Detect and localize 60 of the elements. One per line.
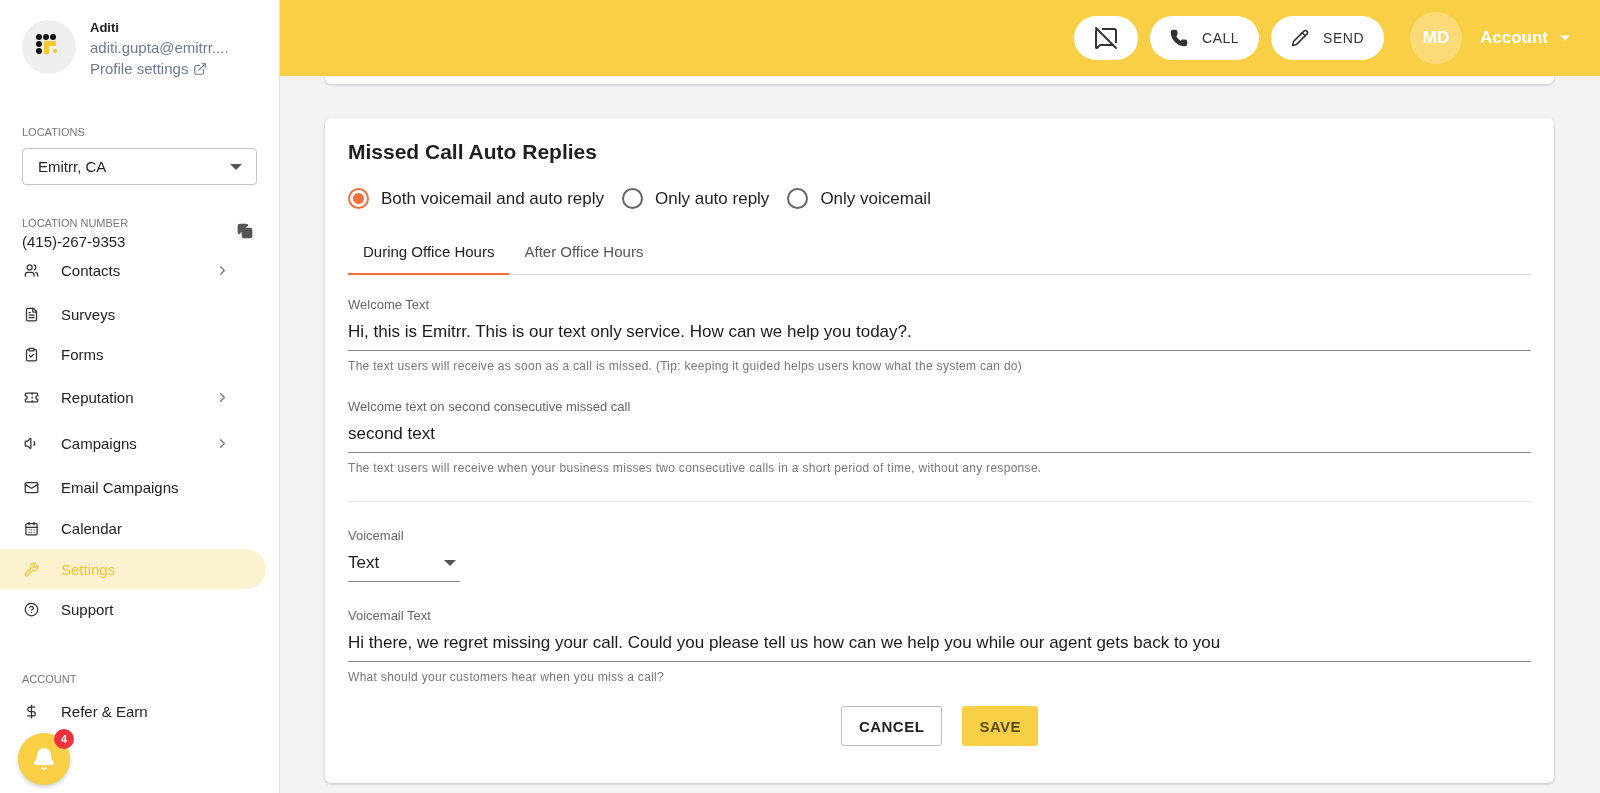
notification-badge: 4 [54, 729, 74, 749]
tab[interactable]: After Office Hours [509, 229, 659, 275]
radio-option[interactable]: Only auto reply [622, 188, 770, 209]
call-button[interactable]: CALL [1150, 16, 1260, 60]
save-button[interactable]: SAVE [962, 706, 1039, 746]
tab[interactable]: During Office Hours [348, 229, 510, 275]
nav-item[interactable]: Refer & Earn [0, 691, 266, 731]
nav-item[interactable]: Contacts [0, 250, 266, 290]
profile-email: aditi.gupta@emitrr.... [90, 39, 229, 56]
phone-icon [1170, 29, 1189, 47]
nav-item[interactable]: Calendar [0, 508, 266, 548]
helper-text: The text users will receive when your business misses two consecutive calls in a short period of time, without any response. [348, 461, 1043, 475]
avatar: MD [1410, 12, 1462, 64]
ticket-icon [24, 389, 39, 405]
wrench-icon [24, 561, 39, 577]
radio-option[interactable]: Both voicemail and auto reply [348, 188, 605, 209]
copy-icon[interactable] [237, 223, 253, 239]
nav-item[interactable]: Forms [0, 334, 266, 374]
chat-off-button[interactable] [1074, 16, 1139, 60]
cancel-button[interactable]: CANCEL [840, 706, 943, 746]
location-number: (415)-267-9353 [21, 233, 127, 250]
caret-icon [444, 560, 456, 566]
nav-item[interactable]: Support [0, 589, 266, 629]
profile-settings-link[interactable]: Profile settings [90, 60, 229, 77]
mail-icon [24, 479, 39, 495]
nav-item[interactable]: Campaigns [0, 423, 266, 463]
logo-icon [22, 20, 76, 74]
text-field[interactable]: second text [348, 414, 1531, 453]
location-select[interactable]: Emitrr, CA [22, 148, 257, 185]
caret-icon [1560, 35, 1570, 41]
chat-off-icon [1094, 26, 1119, 50]
section-label: LOCATION NUMBER [21, 217, 130, 229]
card-title: Missed Call Auto Replies [348, 140, 598, 164]
section-label: LOCATIONS [21, 126, 86, 138]
nav-item[interactable]: Email Campaigns [0, 467, 266, 507]
helper-text: What should your customers hear when you miss a call? [348, 670, 666, 684]
radio-option[interactable]: Only voicemail [787, 188, 931, 209]
calendar-icon [24, 520, 39, 536]
text-field[interactable]: Hi there, we regret missing your call. Could you please tell us how can we help you while our agent gets back to you [348, 623, 1531, 662]
pencil-icon [1291, 29, 1310, 47]
send-button[interactable]: SEND [1271, 16, 1384, 60]
clipboard-check-icon [24, 346, 39, 362]
nav-item[interactable]: Reputation [0, 377, 266, 417]
text-field[interactable]: Hi, this is Emitrr. This is our text only service. How can we help you today?. [348, 312, 1531, 351]
bell-icon [32, 747, 56, 771]
select-field[interactable]: Text [348, 543, 460, 582]
helper-text: The text users will receive as soon as a call is missed. (Tip: keeping it guided helps users know what the system can do) [348, 359, 1024, 373]
help-icon [24, 601, 39, 617]
external-link-icon [193, 61, 208, 76]
field-label: Welcome Text [348, 297, 431, 312]
dollar-icon [24, 703, 39, 719]
caret-icon [230, 163, 242, 170]
nav-item[interactable]: Surveys [0, 294, 266, 334]
field-label: Welcome text on second consecutive missed call [348, 399, 632, 414]
profile-name: Aditi [90, 20, 120, 35]
people-icon [24, 262, 39, 278]
field-label: Voicemail [348, 528, 405, 543]
document-icon [24, 306, 39, 322]
section-label: ACCOUNT [21, 673, 78, 685]
field-label: Voicemail Text [348, 608, 432, 623]
